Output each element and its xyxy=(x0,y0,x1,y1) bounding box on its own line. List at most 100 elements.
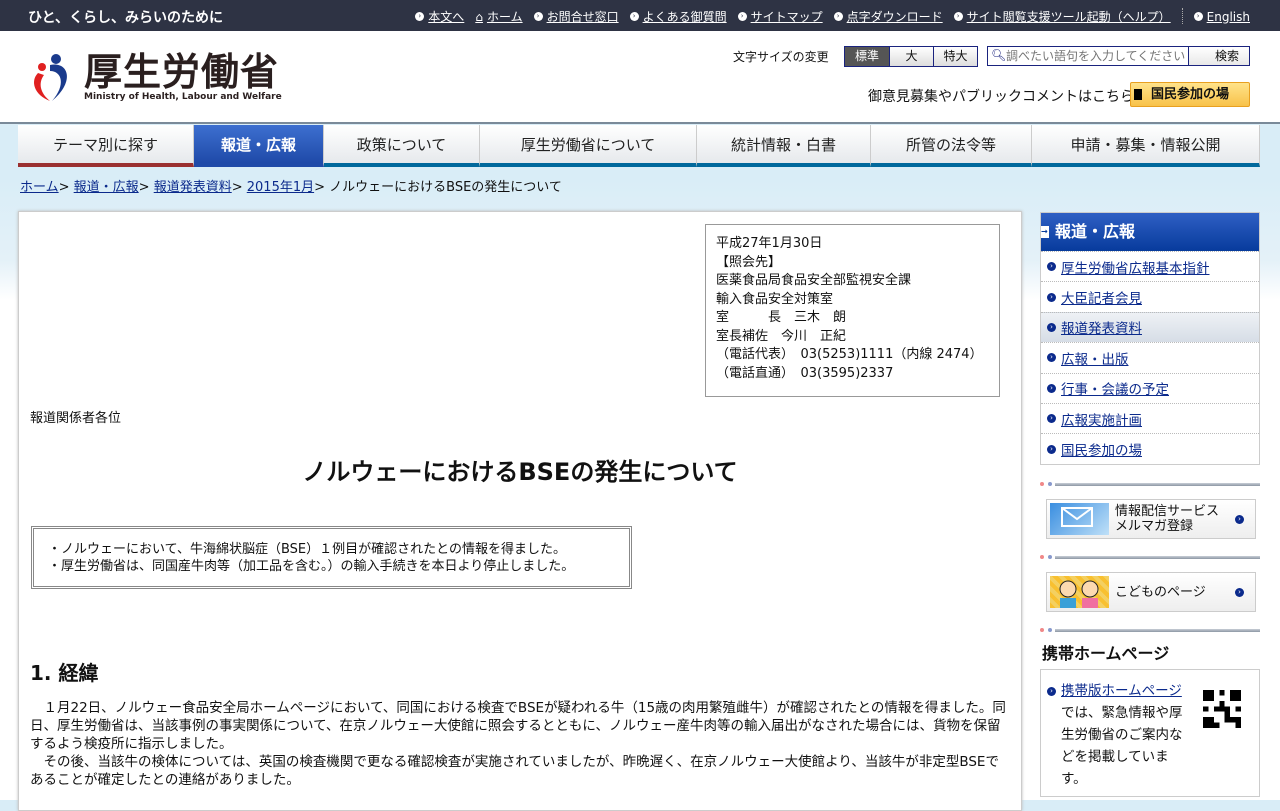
sidebar-link[interactable]: 国民参加の場 xyxy=(1061,439,1142,459)
arrow-icon: › xyxy=(833,12,843,21)
public-comment-label: 御意見募集やパブリックコメントはこちら xyxy=(868,89,1134,105)
breadcrumb-home[interactable]: ホーム xyxy=(20,180,59,195)
nav-policy[interactable]: 政策について xyxy=(324,125,480,167)
font-size-label: 文字サイズの変更 xyxy=(733,50,829,64)
sidebar-item-press-releases[interactable]: › 報道発表資料 xyxy=(1041,311,1259,343)
nav-theme-search[interactable]: テーマ別に探す xyxy=(18,125,194,167)
search-box: 🔍︎ 検索 xyxy=(987,46,1250,66)
sidebar-item-participation[interactable]: › 国民参加の場 xyxy=(1041,433,1259,463)
font-size-standard-button[interactable]: 標準 xyxy=(845,47,889,66)
children-icon xyxy=(1050,576,1109,608)
breadcrumb-press[interactable]: 報道・広報 xyxy=(74,180,139,195)
breadcrumb-month[interactable]: 2015年1月 xyxy=(247,180,314,195)
qr-code-icon xyxy=(1203,690,1241,728)
page-title: ノルウェーにおけるBSEの発生について xyxy=(302,458,738,486)
divider xyxy=(1040,482,1260,486)
sidebar-link[interactable]: 広報実施計画 xyxy=(1061,409,1142,429)
sidebar-item-pr-policy[interactable]: › 厚生労働省広報基本指針 xyxy=(1041,251,1259,281)
logo[interactable]: 厚生労働省 Ministry of Health, Labour and Wel… xyxy=(28,51,282,103)
braille-download-link[interactable]: › 点字ダウンロード xyxy=(833,8,943,25)
sidebar-item-press-conference[interactable]: › 大臣記者会見 xyxy=(1041,281,1259,311)
mobile-description: 携帯版ホームページでは、緊急情報や厚生労働省のご案内などを掲載しています。 xyxy=(1061,680,1189,790)
divider xyxy=(1040,628,1260,632)
search-icon: 🔍︎ xyxy=(991,48,1007,62)
faq-link[interactable]: › よくある御質問 xyxy=(629,8,727,25)
arrow-icon: › xyxy=(1235,587,1244,597)
search-input[interactable] xyxy=(988,49,1188,63)
logo-subtitle: Ministry of Health, Labour and Welfare xyxy=(84,92,282,102)
arrow-icon: › xyxy=(1047,353,1056,363)
nav-laws[interactable]: 所管の法令等 xyxy=(871,125,1032,167)
nav-statistics[interactable]: 統計情報・白書 xyxy=(697,125,871,167)
global-nav: テーマ別に探す 報道・広報 政策について 厚生労働省について 統計情報・白書 所… xyxy=(18,125,1260,167)
arrow-icon: › xyxy=(1047,414,1056,424)
arrow-icon: › xyxy=(1047,262,1056,272)
arrow-icon: › xyxy=(1047,444,1056,454)
header: 厚生労働省 Ministry of Health, Labour and Wel… xyxy=(0,31,1280,124)
arrow-icon: › xyxy=(953,12,963,21)
sidebar-link[interactable]: 厚生労働省広報基本指針 xyxy=(1061,257,1210,277)
english-link[interactable]: › English xyxy=(1193,8,1250,25)
contact-info: 平成27年1月30日 【照会先】 医薬食品局食品安全部監視安全課 輸入食品安全対… xyxy=(705,224,1000,397)
link-label: お問合せ窓口 xyxy=(546,10,619,24)
sidebar-item-publications[interactable]: › 広報・出版 xyxy=(1041,342,1259,372)
sidebar-heading[interactable]: 報道・広報 xyxy=(1041,213,1259,251)
arrow-icon: › xyxy=(1047,687,1056,696)
arrow-icon: › xyxy=(1193,12,1203,21)
nav-applications[interactable]: 申請・募集・情報公開 xyxy=(1032,125,1260,167)
paragraph: その後、当該牛の検体については、英国の検査機関で更なる確認検査が実施されていまし… xyxy=(30,754,999,788)
addressee: 報道関係者各位 xyxy=(30,411,122,426)
arrow-icon: › xyxy=(533,12,543,21)
tagline: ひと、くらし、みらいのために xyxy=(28,10,224,26)
divider xyxy=(1181,8,1183,24)
font-size-xlarge-button[interactable]: 特大 xyxy=(933,47,977,66)
arrow-icon: › xyxy=(1047,292,1056,302)
sidebar-link[interactable]: 大臣記者会見 xyxy=(1061,287,1142,307)
sidebar-link[interactable]: 広報・出版 xyxy=(1061,348,1129,368)
link-label: サイト閲覧支援ツール起動（ヘルプ） xyxy=(966,10,1171,24)
mobile-heading: 携帯ホームページ xyxy=(1042,644,1170,663)
public-participation-button[interactable]: 国民参加の場 xyxy=(1130,82,1250,107)
paragraph: １月22日、ノルウェー食品安全局ホームページにおいて、同国における検査でBSEが… xyxy=(30,700,1006,752)
mail-magazine-banner[interactable]: 情報配信サービス メルマガ登録 › xyxy=(1046,499,1256,539)
banner-label: こどものページ xyxy=(1115,584,1206,600)
sidebar-link[interactable]: 行事・会議の予定 xyxy=(1061,378,1169,398)
summary-box: ・ノルウェーにおいて、牛海綿状脳症（BSE）１例目が確認されたとの情報を得ました… xyxy=(31,526,632,589)
nav-press[interactable]: 報道・広報 xyxy=(194,125,324,167)
home-icon: ⌂ xyxy=(475,9,483,24)
sidebar-item-events[interactable]: › 行事・会議の予定 xyxy=(1041,372,1259,403)
breadcrumb-releases[interactable]: 報道発表資料 xyxy=(154,180,232,195)
sidebar-menu: 報道・広報 › 厚生労働省広報基本指針 › 大臣記者会見 › 報道発表資料 › 広報・出… xyxy=(1040,212,1260,465)
nav-about[interactable]: 厚生労働省について xyxy=(480,125,697,167)
sidebar-item-pr-plan[interactable]: › 広報実施計画 xyxy=(1041,402,1259,433)
summary-line: ・ノルウェーにおいて、牛海綿状脳症（BSE）１例目が確認されたとの情報を得ました… xyxy=(48,542,566,557)
breadcrumb-current: ノルウェーにおけるBSEの発生について xyxy=(329,180,562,195)
sidebar-link[interactable]: 報道発表資料 xyxy=(1061,317,1142,337)
top-bar: ひと、くらし、みらいのために › 本文へ ⌂ ホーム › お問合せ窓口 › よくある御質… xyxy=(0,0,1280,31)
link-label: よくある御質問 xyxy=(642,10,727,24)
arrow-icon: › xyxy=(1047,322,1056,332)
logo-title: 厚生労働省 xyxy=(84,50,280,94)
arrow-icon: › xyxy=(629,12,639,21)
link-label: サイトマップ xyxy=(750,10,823,24)
link-label: ホーム xyxy=(486,10,523,24)
mobile-info-box: › 携帯版ホームページでは、緊急情報や厚生労働省のご案内などを掲載しています。 xyxy=(1040,669,1260,797)
accessibility-tool-link[interactable]: › サイト閲覧支援ツール起動（ヘルプ） xyxy=(953,8,1171,25)
font-size-large-button[interactable]: 大 xyxy=(889,47,933,66)
link-label: English xyxy=(1206,9,1250,24)
mobile-site-link[interactable]: 携帯版ホームページ xyxy=(1061,683,1182,699)
breadcrumb: ホーム> 報道・広報> 報道発表資料> 2015年1月> ノルウェーにおけるBS… xyxy=(20,180,562,195)
font-size-switcher: 標準 大 特大 xyxy=(844,46,978,67)
search-button[interactable]: 検索 xyxy=(1188,47,1249,65)
envelope-icon xyxy=(1050,503,1109,535)
kids-page-banner[interactable]: こどものページ › xyxy=(1046,572,1256,612)
utility-links: › 本文へ ⌂ ホーム › お問合せ窓口 › よくある御質問 › サイトマップ › 点字ダウ… xyxy=(415,8,1250,25)
home-link[interactable]: ⌂ ホーム xyxy=(475,8,522,25)
summary-line: ・厚生労働省は、同国産牛肉等（加工品を含む。）の輸入手続きを本日より停止しました… xyxy=(48,559,575,574)
arrow-icon: › xyxy=(737,12,747,21)
skip-to-content-link[interactable]: › 本文へ xyxy=(415,8,464,25)
contact-link[interactable]: › お問合せ窓口 xyxy=(533,8,619,25)
sitemap-link[interactable]: › サイトマップ xyxy=(737,8,823,25)
section-body: １月22日、ノルウェー食品安全局ホームページにおいて、同国における検査でBSEが… xyxy=(30,699,1012,789)
arrow-icon: › xyxy=(415,12,425,21)
